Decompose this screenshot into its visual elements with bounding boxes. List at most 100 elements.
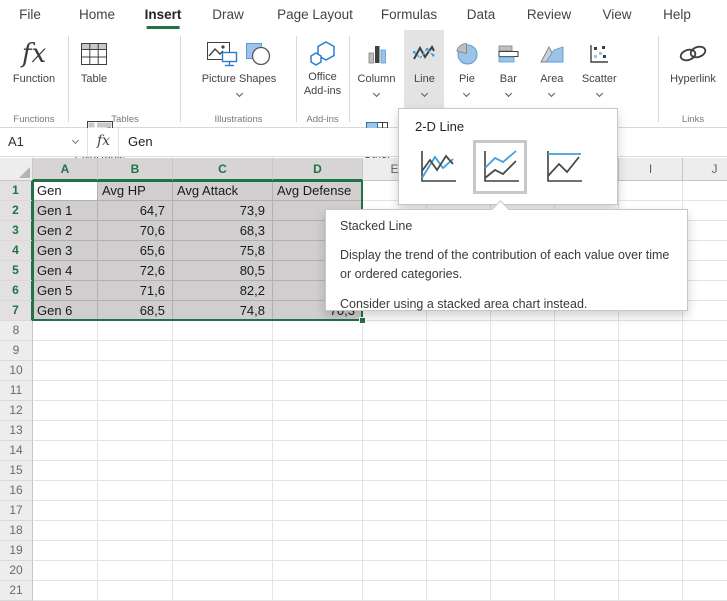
cell-E15[interactable] bbox=[363, 461, 427, 481]
cell-A8[interactable] bbox=[33, 321, 98, 341]
cell-J14[interactable] bbox=[683, 441, 727, 461]
cell-G8[interactable] bbox=[491, 321, 555, 341]
cell-B10[interactable] bbox=[98, 361, 173, 381]
cell-H11[interactable] bbox=[555, 381, 619, 401]
cell-H10[interactable] bbox=[555, 361, 619, 381]
column-header-B[interactable]: B bbox=[98, 158, 173, 181]
cell-C7[interactable]: 74,8 bbox=[173, 301, 273, 321]
cell-C11[interactable] bbox=[173, 381, 273, 401]
cell-H21[interactable] bbox=[555, 581, 619, 601]
row-header-7[interactable]: 7 bbox=[0, 301, 33, 321]
select-all-button[interactable] bbox=[0, 158, 33, 181]
cell-E16[interactable] bbox=[363, 481, 427, 501]
cell-A16[interactable] bbox=[33, 481, 98, 501]
cell-F8[interactable] bbox=[427, 321, 491, 341]
cell-B21[interactable] bbox=[98, 581, 173, 601]
cell-C17[interactable] bbox=[173, 501, 273, 521]
cell-J18[interactable] bbox=[683, 521, 727, 541]
cell-A3[interactable]: Gen 2 bbox=[33, 221, 98, 241]
cell-C2[interactable]: 73,9 bbox=[173, 201, 273, 221]
bar-chart-button[interactable]: Bar bbox=[489, 30, 527, 108]
function-button[interactable]: fx Function bbox=[0, 30, 68, 108]
cell-B18[interactable] bbox=[98, 521, 173, 541]
cell-F13[interactable] bbox=[427, 421, 491, 441]
row-header-1[interactable]: 1 bbox=[0, 181, 33, 201]
cell-E21[interactable] bbox=[363, 581, 427, 601]
cell-I15[interactable] bbox=[619, 461, 683, 481]
cell-G20[interactable] bbox=[491, 561, 555, 581]
cell-B15[interactable] bbox=[98, 461, 173, 481]
cell-B11[interactable] bbox=[98, 381, 173, 401]
cell-D21[interactable] bbox=[273, 581, 363, 601]
cell-A7[interactable]: Gen 6 bbox=[33, 301, 98, 321]
row-header-17[interactable]: 17 bbox=[0, 501, 33, 521]
line-option[interactable] bbox=[410, 140, 464, 194]
cell-C12[interactable] bbox=[173, 401, 273, 421]
cell-H19[interactable] bbox=[555, 541, 619, 561]
cell-G14[interactable] bbox=[491, 441, 555, 461]
cell-D15[interactable] bbox=[273, 461, 363, 481]
cell-E8[interactable] bbox=[363, 321, 427, 341]
cell-G13[interactable] bbox=[491, 421, 555, 441]
menu-tab-view[interactable]: View bbox=[602, 0, 631, 30]
cell-J6[interactable] bbox=[683, 281, 727, 301]
cell-H12[interactable] bbox=[555, 401, 619, 421]
cell-J7[interactable] bbox=[683, 301, 727, 321]
cell-A1[interactable]: Gen bbox=[33, 181, 98, 201]
cell-F18[interactable] bbox=[427, 521, 491, 541]
cell-D16[interactable] bbox=[273, 481, 363, 501]
row-header-11[interactable]: 11 bbox=[0, 381, 33, 401]
cell-H9[interactable] bbox=[555, 341, 619, 361]
cell-H8[interactable] bbox=[555, 321, 619, 341]
cell-G10[interactable] bbox=[491, 361, 555, 381]
cell-F17[interactable] bbox=[427, 501, 491, 521]
cell-A11[interactable] bbox=[33, 381, 98, 401]
cell-E18[interactable] bbox=[363, 521, 427, 541]
cell-J13[interactable] bbox=[683, 421, 727, 441]
cell-J4[interactable] bbox=[683, 241, 727, 261]
line-chart-button[interactable]: Line bbox=[404, 30, 444, 108]
cell-D14[interactable] bbox=[273, 441, 363, 461]
cell-B2[interactable]: 64,7 bbox=[98, 201, 173, 221]
cell-A19[interactable] bbox=[33, 541, 98, 561]
cell-G11[interactable] bbox=[491, 381, 555, 401]
row-header-4[interactable]: 4 bbox=[0, 241, 33, 261]
cell-B20[interactable] bbox=[98, 561, 173, 581]
menu-tab-formulas[interactable]: Formulas bbox=[381, 0, 437, 30]
cell-D17[interactable] bbox=[273, 501, 363, 521]
cell-F21[interactable] bbox=[427, 581, 491, 601]
cell-I9[interactable] bbox=[619, 341, 683, 361]
insert-function-button[interactable]: fx bbox=[89, 128, 119, 156]
cell-C1[interactable]: Avg Attack bbox=[173, 181, 273, 201]
cell-G9[interactable] bbox=[491, 341, 555, 361]
cell-B13[interactable] bbox=[98, 421, 173, 441]
cell-I16[interactable] bbox=[619, 481, 683, 501]
cell-I10[interactable] bbox=[619, 361, 683, 381]
cell-J10[interactable] bbox=[683, 361, 727, 381]
picture-shapes-button[interactable]: Picture Shapes bbox=[189, 30, 289, 108]
cell-E20[interactable] bbox=[363, 561, 427, 581]
cell-D9[interactable] bbox=[273, 341, 363, 361]
row-header-5[interactable]: 5 bbox=[0, 261, 33, 281]
cell-C3[interactable]: 68,3 bbox=[173, 221, 273, 241]
cell-E17[interactable] bbox=[363, 501, 427, 521]
cell-F12[interactable] bbox=[427, 401, 491, 421]
cell-H15[interactable] bbox=[555, 461, 619, 481]
stacked-line-option[interactable] bbox=[473, 140, 527, 194]
hyperlink-button[interactable]: Hyperlink bbox=[659, 30, 727, 108]
menu-tab-data[interactable]: Data bbox=[467, 0, 496, 30]
cell-D10[interactable] bbox=[273, 361, 363, 381]
cell-E9[interactable] bbox=[363, 341, 427, 361]
menu-tab-file[interactable]: File bbox=[19, 0, 41, 30]
cell-A6[interactable]: Gen 5 bbox=[33, 281, 98, 301]
column-header-I[interactable]: I bbox=[619, 158, 683, 181]
row-header-14[interactable]: 14 bbox=[0, 441, 33, 461]
cell-C14[interactable] bbox=[173, 441, 273, 461]
cell-D11[interactable] bbox=[273, 381, 363, 401]
cell-C16[interactable] bbox=[173, 481, 273, 501]
menu-tab-insert[interactable]: Insert bbox=[145, 0, 182, 30]
cell-B5[interactable]: 72,6 bbox=[98, 261, 173, 281]
cell-C5[interactable]: 80,5 bbox=[173, 261, 273, 281]
row-header-3[interactable]: 3 bbox=[0, 221, 33, 241]
area-chart-button[interactable]: Area bbox=[532, 30, 572, 108]
